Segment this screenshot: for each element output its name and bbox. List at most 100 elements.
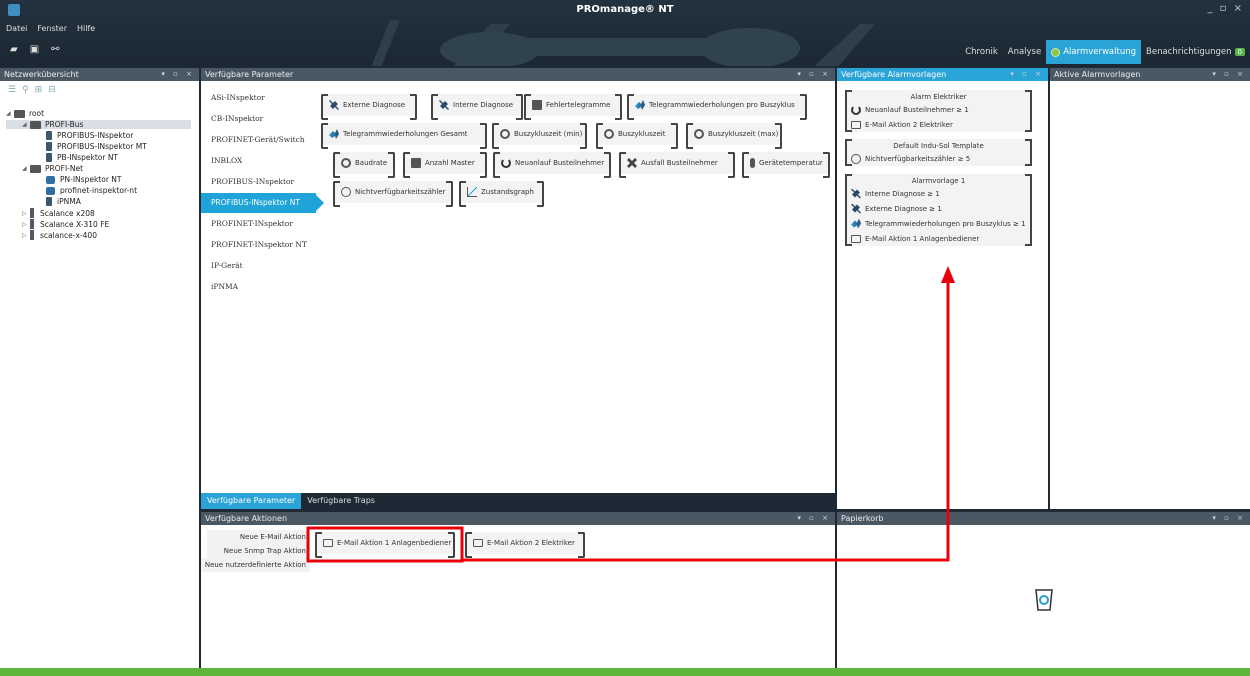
- panel-header: Netzwerkübersicht ▾ ▫ ×: [0, 68, 199, 81]
- menu-bar: Datei Fenster Hilfe: [6, 24, 95, 33]
- expander-icon[interactable]: ◢: [22, 121, 30, 128]
- parameter-chip[interactable]: Anzahl Master: [403, 152, 487, 178]
- parameter-tab[interactable]: Verfügbare Parameter: [201, 493, 302, 509]
- alarm-template-card[interactable]: Default Indu-Sol Template Nichtverfügbark…: [845, 139, 1032, 166]
- top-tab[interactable]: Benachrichtigungen 0: [1141, 40, 1250, 64]
- menu-item-0[interactable]: Datei: [6, 24, 27, 33]
- parameter-chip[interactable]: Buszykluszeit: [596, 123, 678, 149]
- action-chip[interactable]: E-Mail Aktion 2 Elektriker: [465, 532, 585, 558]
- tree-node[interactable]: PB-INspektor NT: [38, 153, 118, 162]
- parameter-chip[interactable]: Nichtverfügbarkeitszähler: [333, 181, 453, 207]
- repeat-arrow-icon: [329, 129, 339, 139]
- condition-label: Telegrammwiederholungen pro Buszyklus ≥ …: [865, 219, 1026, 228]
- panel-header: Verfügbare Parameter ▾ ▫ ×: [201, 68, 835, 81]
- link-icon[interactable]: ⚲: [22, 85, 29, 95]
- top-tabs: Chronik Analyse Alarmverwaltung Benachricht…: [960, 40, 1250, 64]
- alarm-template-card[interactable]: Alarm Elektriker Neuanlauf Busteilnehmer …: [845, 90, 1032, 132]
- alarm-template-card[interactable]: Alarmvorlage 1 Interne Diagnose ≥ 1 Extern…: [845, 174, 1032, 246]
- expander-icon[interactable]: ▷: [22, 232, 30, 239]
- panel-controls[interactable]: ▾ ▫ ×: [161, 68, 195, 81]
- top-tab[interactable]: Chronik: [960, 40, 1003, 64]
- action-chip[interactable]: E-Mail Aktion 1 Anlagenbediener: [315, 532, 455, 558]
- recycle-bin-icon[interactable]: [1034, 588, 1054, 612]
- device-type-item[interactable]: PROFIBUS-INspektor NT: [201, 193, 324, 213]
- tree-node-label: scalance-x-400: [40, 230, 97, 240]
- condition-label: Externe Diagnose ≥ 1: [865, 204, 942, 213]
- device-type-item[interactable]: INBLOX: [201, 151, 316, 171]
- repeat-arrow-icon: [851, 218, 861, 229]
- template-condition-row: Interne Diagnose ≥ 1: [847, 186, 1030, 201]
- device-type-item[interactable]: CB-INspektor: [201, 109, 316, 129]
- device-icon: [46, 153, 52, 162]
- tree-node[interactable]: ◢ root: [6, 109, 44, 118]
- parameter-chip[interactable]: Fehlertelegramme: [524, 94, 622, 120]
- tree-node[interactable]: PROFIBUS-INspektor: [38, 131, 133, 140]
- top-tab[interactable]: Analyse: [1003, 40, 1046, 64]
- device-type-item[interactable]: ASi-INspektor: [201, 88, 316, 108]
- device-type-item[interactable]: PROFINET-INspektor NT: [201, 235, 316, 255]
- parameter-chip[interactable]: Telegrammwiederholungen pro Buszyklus: [627, 94, 807, 120]
- new-action-item[interactable]: Neue E-Mail Aktion: [207, 530, 310, 544]
- panel-controls[interactable]: ▾ ▫ ×: [797, 512, 831, 525]
- panel-controls[interactable]: ▾ ▫ ×: [1010, 68, 1044, 81]
- parameter-chip[interactable]: Interne Diagnose: [431, 94, 523, 120]
- parameter-chip[interactable]: Neuanlauf Busteilnehmer: [493, 152, 611, 178]
- tree-node-label: PN-INspektor NT: [60, 175, 122, 184]
- import-icon[interactable]: ⊟: [48, 85, 56, 95]
- tree-node[interactable]: ◢ PROFI-Net: [22, 164, 83, 173]
- expander-icon[interactable]: ▷: [22, 210, 30, 217]
- menu-item-2[interactable]: Hilfe: [77, 24, 95, 33]
- wrench-icon: [329, 100, 339, 110]
- template-title: Alarm Elektriker: [910, 93, 967, 101]
- parameter-chip[interactable]: Externe Diagnose: [321, 94, 417, 120]
- new-action-item[interactable]: Neue Snmp Trap Aktion: [207, 544, 310, 558]
- template-condition-row: Neuanlauf Busteilnehmer ≥ 1: [847, 102, 1030, 117]
- parameter-chip[interactable]: Buszykluszeit (max): [686, 123, 782, 149]
- active-templates-panel: Aktive Alarmvorlagen ▾ ▫ ×: [1050, 68, 1250, 509]
- chip-label: Nichtverfügbarkeitszähler: [355, 188, 446, 196]
- tree-node[interactable]: PROFIBUS-INspektor MT: [38, 142, 147, 151]
- panel-controls[interactable]: ▾ ▫ ×: [1212, 68, 1246, 81]
- tree-node-label: Scalance x208: [40, 208, 95, 218]
- power-icon: [851, 104, 861, 115]
- parameter-chip[interactable]: Buszykluszeit (min): [492, 123, 587, 149]
- parameter-chip[interactable]: Baudrate: [333, 152, 395, 178]
- tree-node[interactable]: ▷ Scalance X-310 FE: [22, 219, 109, 229]
- parameter-tab[interactable]: Verfügbare Traps: [301, 493, 381, 509]
- expander-icon[interactable]: ▷: [22, 221, 30, 228]
- expander-icon[interactable]: ◢: [22, 165, 30, 172]
- device-type-item[interactable]: PROFINET-Gerät/Switch: [201, 130, 316, 150]
- x-icon: [627, 158, 637, 168]
- device-type-item[interactable]: PROFINET-INspektor: [201, 214, 316, 234]
- device-type-item[interactable]: IP-Gerät: [201, 256, 316, 276]
- wrench-icon: [851, 203, 861, 214]
- tree-node[interactable]: profinet-inspektor-nt: [38, 186, 137, 195]
- menu-item-1[interactable]: Fenster: [37, 24, 67, 33]
- tree-node[interactable]: PN-INspektor NT: [38, 175, 121, 184]
- window-controls[interactable]: _ ▫ ×: [1207, 3, 1244, 14]
- network-scan-icon[interactable]: ⚯: [51, 44, 59, 55]
- parameter-chip[interactable]: Gerätetemperatur: [742, 152, 830, 178]
- tree-node[interactable]: iPNMA: [38, 197, 81, 206]
- add-icon[interactable]: ⊞: [35, 85, 43, 95]
- chip-label: Gerätetemperatur: [759, 159, 823, 167]
- top-tab[interactable]: Alarmverwaltung: [1046, 40, 1142, 64]
- expander-icon[interactable]: ◢: [6, 110, 14, 117]
- tree-node[interactable]: ◢ PROFI-Bus: [6, 120, 191, 129]
- parameter-chip[interactable]: Zustandsgraph: [459, 181, 544, 207]
- device-type-item[interactable]: PROFIBUS-INspektor: [201, 172, 316, 192]
- graph-icon: [467, 187, 477, 197]
- save-icon[interactable]: ▣: [30, 44, 39, 55]
- list-icon[interactable]: ☰: [8, 85, 16, 95]
- panel-controls[interactable]: ▾ ▫ ×: [1212, 512, 1246, 525]
- device-type-item[interactable]: iPNMA: [201, 277, 316, 297]
- new-action-item[interactable]: Neue nutzerdefinierte Aktion: [201, 558, 310, 572]
- panel-controls[interactable]: ▾ ▫ ×: [797, 68, 831, 81]
- parameter-chip[interactable]: Ausfall Busteilnehmer: [619, 152, 735, 178]
- error-frame-icon: [532, 100, 542, 110]
- open-folder-icon[interactable]: ▰: [10, 44, 18, 55]
- tree-node-label: profinet-inspektor-nt: [60, 186, 138, 195]
- parameter-chip[interactable]: Telegrammwiederholungen Gesamt: [321, 123, 487, 149]
- tree-node[interactable]: ▷ scalance-x-400: [22, 230, 97, 240]
- tree-node[interactable]: ▷ Scalance x208: [22, 208, 95, 218]
